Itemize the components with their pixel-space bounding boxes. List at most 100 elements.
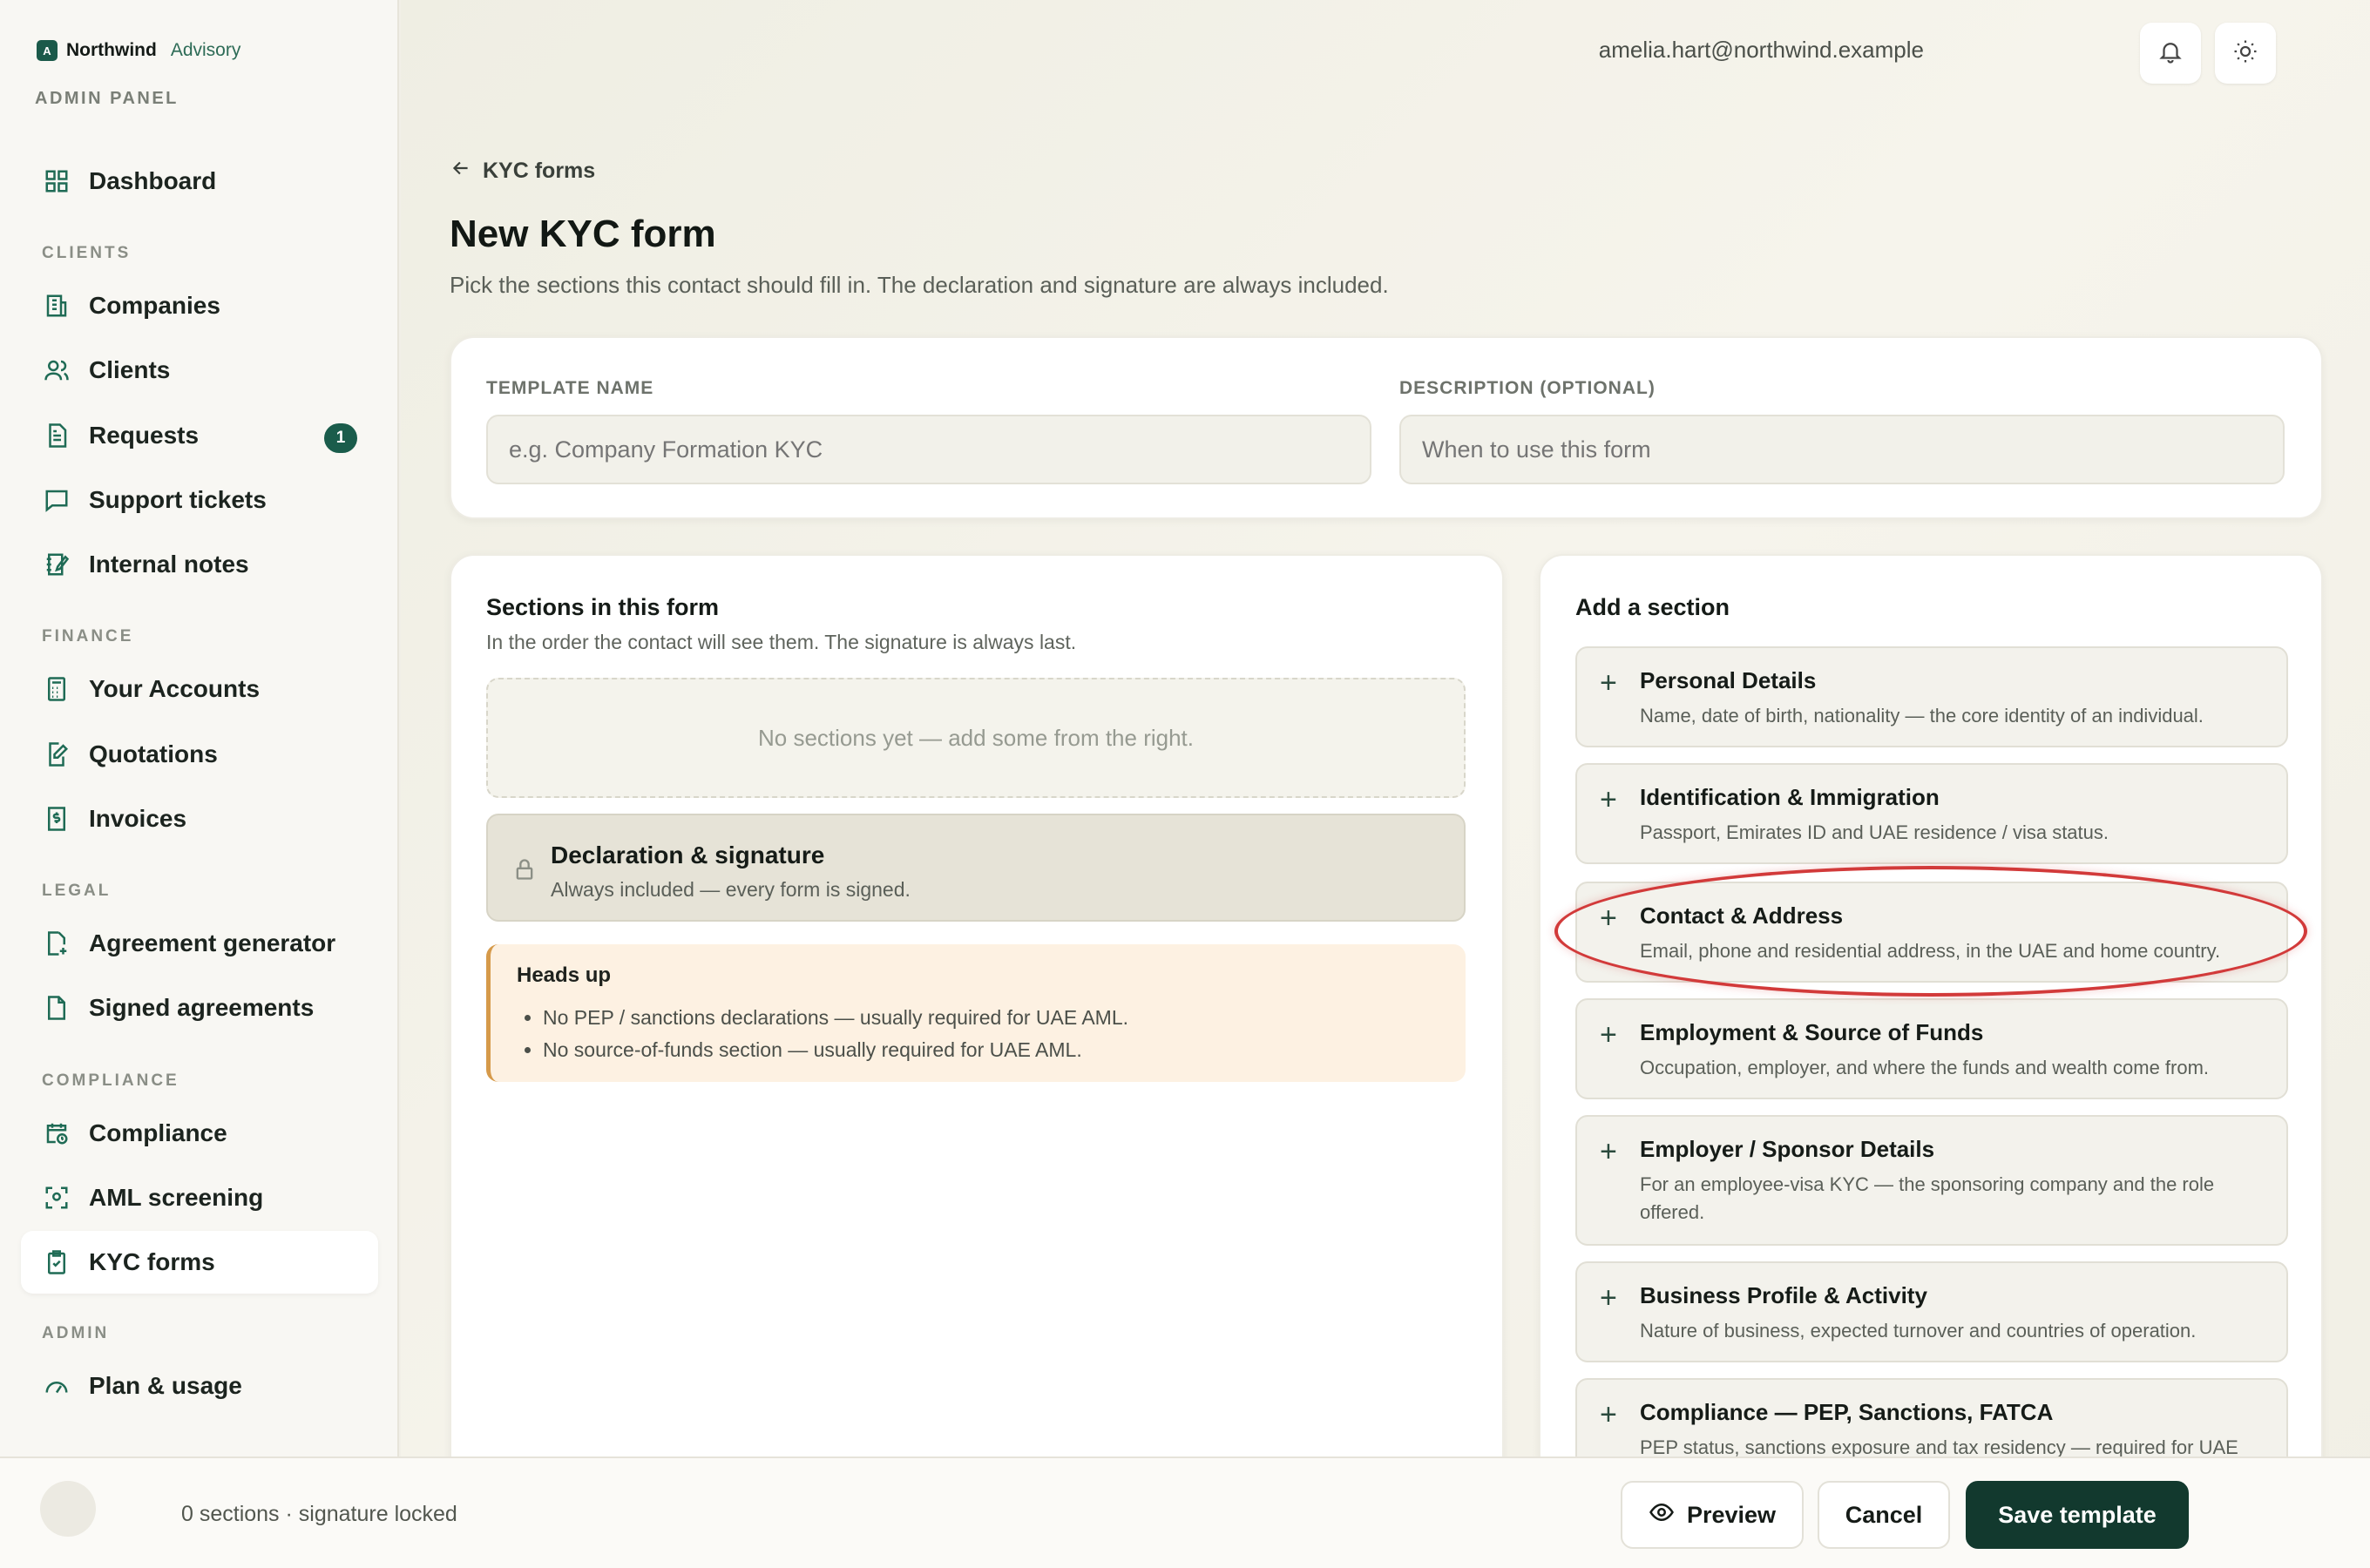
- option-description: For an employee-visa KYC — the sponsorin…: [1640, 1173, 2215, 1223]
- sidebar-item-agreement-generator[interactable]: Agreement generator: [21, 912, 378, 975]
- save-template-button[interactable]: Save template: [1966, 1481, 2189, 1549]
- theme-toggle-button[interactable]: [2215, 23, 2276, 84]
- plus-icon: +: [1600, 1135, 1617, 1168]
- plus-icon: +: [1600, 1018, 1617, 1051]
- sidebar-item-label: Signed agreements: [89, 994, 315, 1021]
- sidebar-item-label: Invoices: [89, 805, 187, 832]
- heads-up-item: No PEP / sanctions declarations — usuall…: [543, 1002, 1128, 1034]
- heads-up-list: No PEP / sanctions declarations — usuall…: [543, 1002, 1128, 1066]
- declaration-title: Declaration & signature: [551, 841, 825, 868]
- back-link[interactable]: KYC forms: [450, 157, 595, 186]
- cancel-button[interactable]: Cancel: [1818, 1481, 1950, 1549]
- building-icon: [42, 291, 71, 321]
- sidebar-item-plan-usage[interactable]: Plan & usage: [21, 1355, 378, 1417]
- plus-icon: +: [1600, 1398, 1617, 1431]
- calculator-icon: [42, 674, 71, 704]
- sidebar-item-invoices[interactable]: Invoices: [21, 787, 378, 850]
- declaration-signature-section: Declaration & signature Always included …: [486, 814, 1466, 922]
- nav-section-legal: LEGAL: [42, 882, 112, 900]
- sidebar-item-label: Companies: [89, 292, 220, 319]
- option-title: Compliance — PEP, Sanctions, FATCA: [1640, 1399, 2054, 1425]
- avatar: [40, 1481, 96, 1537]
- template-name-label: TEMPLATE NAME: [486, 378, 654, 398]
- sidebar-item-support-tickets[interactable]: Support tickets: [21, 469, 378, 531]
- plus-icon: +: [1600, 666, 1617, 700]
- nav-section-finance: FINANCE: [42, 627, 134, 645]
- heads-up-title: Heads up: [517, 963, 612, 987]
- plus-icon: +: [1600, 783, 1617, 816]
- sidebar-item-your-accounts[interactable]: Your Accounts: [21, 658, 378, 720]
- gauge-icon: [42, 1371, 71, 1401]
- nav-section-compliance: COMPLIANCE: [42, 1071, 179, 1090]
- sidebar-item-internal-notes[interactable]: Internal notes: [21, 533, 378, 596]
- add-section-panel: Add a section + Personal Details Name, d…: [1539, 554, 2323, 1512]
- document-icon: [42, 421, 71, 450]
- users-icon: [42, 355, 71, 385]
- sidebar-item-aml-screening[interactable]: AML screening: [21, 1166, 378, 1229]
- sidebar-item-quotations[interactable]: Quotations: [21, 723, 378, 786]
- preview-button[interactable]: Preview: [1621, 1481, 1804, 1549]
- sidebar-item-clients[interactable]: Clients: [21, 339, 378, 402]
- note-icon: [42, 550, 71, 579]
- add-business-profile-option[interactable]: + Business Profile & Activity Nature of …: [1575, 1261, 2288, 1362]
- sun-icon: [2232, 38, 2258, 69]
- nav-section-admin: ADMIN: [42, 1324, 110, 1342]
- add-employment-funds-option[interactable]: + Employment & Source of Funds Occupatio…: [1575, 998, 2288, 1099]
- brand-logo-icon: A: [37, 40, 58, 61]
- description-label: DESCRIPTION (OPTIONAL): [1399, 378, 1656, 398]
- template-name-input[interactable]: [486, 415, 1371, 484]
- file-plus-icon: [42, 929, 71, 958]
- sidebar-item-label: Internal notes: [89, 551, 249, 578]
- file-check-icon: [42, 993, 71, 1023]
- back-link-label: KYC forms: [483, 159, 596, 183]
- heads-up-item: No source-of-funds section — usually req…: [543, 1034, 1128, 1066]
- option-description: Name, date of birth, nationality — the c…: [1640, 705, 2204, 727]
- sections-panel: Sections in this form In the order the c…: [450, 554, 1504, 1512]
- bell-icon: [2157, 38, 2184, 69]
- brand-sub: Advisory: [170, 40, 241, 60]
- main-content: amelia.hart@northwind.example KYC forms …: [401, 0, 2370, 1568]
- scan-icon: [42, 1183, 71, 1213]
- sidebar-item-signed-agreements[interactable]: Signed agreements: [21, 977, 378, 1039]
- option-title: Employer / Sponsor Details: [1640, 1136, 1935, 1162]
- add-identification-option[interactable]: + Identification & Immigration Passport,…: [1575, 763, 2288, 864]
- sidebar-item-label: AML screening: [89, 1184, 264, 1211]
- sections-panel-title: Sections in this form: [486, 594, 720, 620]
- add-employer-sponsor-option[interactable]: + Employer / Sponsor Details For an empl…: [1575, 1115, 2288, 1246]
- clipboard-check-icon: [42, 1247, 71, 1277]
- lock-icon: [512, 857, 537, 886]
- sidebar-item-kyc-forms[interactable]: KYC forms: [21, 1231, 378, 1294]
- chat-icon: [42, 485, 71, 515]
- footer-bar: 0 sections · signature locked Preview Ca…: [0, 1456, 2370, 1568]
- option-description: Nature of business, expected turnover an…: [1640, 1320, 2197, 1342]
- save-label: Save template: [1998, 1501, 2157, 1528]
- add-personal-details-option[interactable]: + Personal Details Name, date of birth, …: [1575, 646, 2288, 747]
- eye-icon: [1649, 1499, 1675, 1531]
- sidebar-item-label: Compliance: [89, 1119, 227, 1146]
- sidebar: A Northwind Advisory ADMIN PANEL Dashboa…: [0, 0, 399, 1568]
- empty-sections-placeholder: No sections yet — add some from the righ…: [486, 678, 1466, 798]
- template-card: TEMPLATE NAME DESCRIPTION (OPTIONAL): [450, 336, 2323, 519]
- add-section-title: Add a section: [1575, 594, 1730, 620]
- sidebar-item-requests[interactable]: Requests 1: [21, 404, 378, 467]
- notifications-button[interactable]: [2140, 23, 2201, 84]
- option-title: Identification & Immigration: [1640, 784, 1940, 810]
- option-description: Occupation, employer, and where the fund…: [1640, 1057, 2210, 1078]
- sidebar-item-label: Clients: [89, 356, 171, 383]
- sidebar-item-label: KYC forms: [89, 1248, 215, 1275]
- sidebar-item-label: Dashboard: [89, 167, 217, 194]
- footer-status: 0 sections · signature locked: [181, 1502, 457, 1526]
- sidebar-item-compliance[interactable]: Compliance: [21, 1102, 378, 1165]
- arrow-left-icon: [450, 157, 472, 186]
- preview-label: Preview: [1686, 1501, 1777, 1528]
- calendar-clock-icon: [42, 1119, 71, 1148]
- sidebar-item-companies[interactable]: Companies: [21, 274, 378, 337]
- grid-icon: [42, 166, 71, 196]
- sidebar-item-dashboard[interactable]: Dashboard: [21, 150, 378, 213]
- sidebar-item-label: Your Accounts: [89, 675, 261, 702]
- page-subtitle: Pick the sections this contact should fi…: [450, 272, 1389, 298]
- description-input[interactable]: [1399, 415, 2285, 484]
- requests-count-badge: 1: [324, 423, 357, 453]
- brand[interactable]: A Northwind Advisory: [37, 40, 240, 61]
- option-title: Employment & Source of Funds: [1640, 1019, 1984, 1045]
